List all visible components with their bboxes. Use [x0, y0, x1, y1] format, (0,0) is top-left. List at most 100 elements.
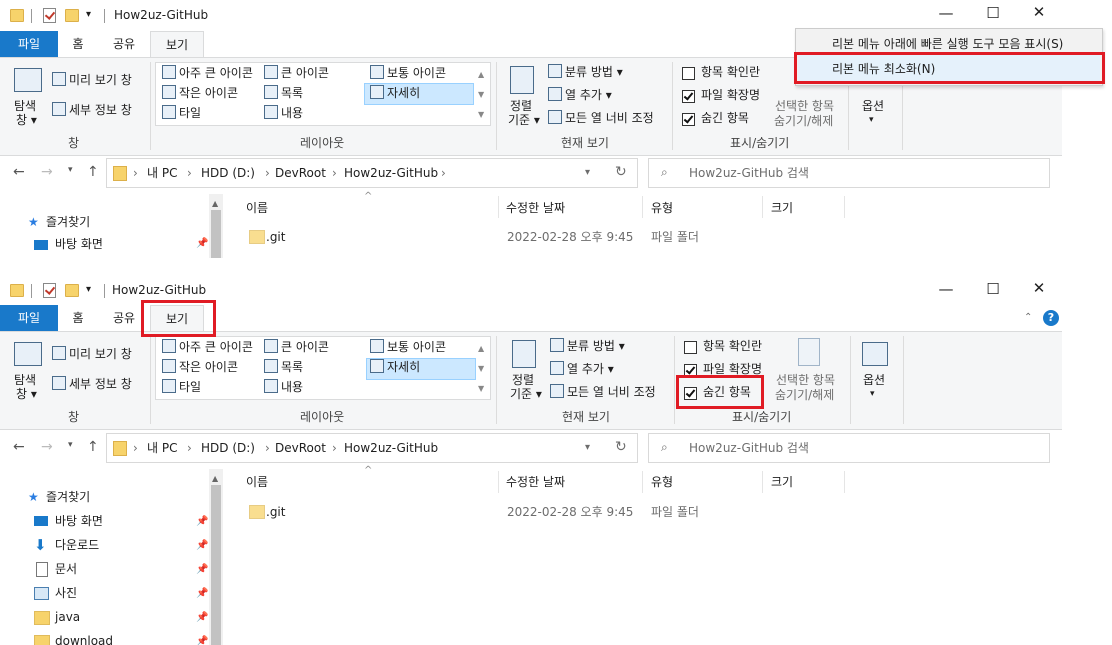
breadcrumb-devroot[interactable]: DevRoot	[275, 440, 326, 456]
hide-selected-button-line2[interactable]: 숨기기/해제	[774, 113, 833, 129]
layout-medium-icons[interactable]: 보통 아이콘	[370, 65, 446, 81]
file-extensions-toggle[interactable]	[682, 90, 695, 103]
group-by-button[interactable]: 분류 방법 ▾	[550, 338, 625, 354]
group-by-button[interactable]: 분류 방법 ▾	[548, 64, 623, 80]
gallery-scroll-down-icon[interactable]: ▼	[478, 361, 484, 377]
sidebar-item-downloads[interactable]: 다운로드	[55, 537, 99, 553]
help-icon[interactable]: ?	[1043, 310, 1059, 326]
layout-content[interactable]: 내용	[264, 379, 303, 395]
layout-content[interactable]: 내용	[264, 105, 303, 121]
details-pane-button[interactable]: 세부 정보 창	[52, 376, 132, 392]
layout-small-icons[interactable]: 작은 아이콘	[162, 359, 238, 375]
address-history-dropdown-icon[interactable]: ▾	[585, 440, 590, 456]
hide-selected-button-line1[interactable]: 선택한 항목	[775, 98, 834, 114]
back-arrow-icon[interactable]: ←	[13, 164, 25, 180]
properties-icon[interactable]	[43, 283, 56, 298]
layout-details[interactable]: 자세히	[370, 85, 420, 101]
divider[interactable]	[642, 471, 643, 493]
back-arrow-icon[interactable]: ←	[13, 439, 25, 455]
new-folder-icon[interactable]	[65, 284, 79, 297]
gallery-scroll-up-icon[interactable]: ▲	[478, 67, 484, 83]
options-dropdown-icon[interactable]: ▾	[870, 386, 875, 402]
column-header-type[interactable]: 유형	[651, 474, 673, 490]
gallery-expand-icon[interactable]: ▼	[478, 381, 484, 397]
sort-by-button-line2[interactable]: 기준 ▾	[510, 386, 542, 402]
layout-details[interactable]: 자세히	[370, 359, 420, 375]
breadcrumb-hdd[interactable]: HDD (D:)	[201, 440, 255, 456]
layout-list[interactable]: 목록	[264, 359, 303, 375]
qat-dropdown-icon[interactable]: ▾	[86, 7, 91, 23]
preview-pane-button[interactable]: 미리 보기 창	[52, 72, 132, 88]
sidebar-scrollbar[interactable]: ▲	[209, 194, 223, 258]
new-folder-icon[interactable]	[65, 9, 79, 22]
layout-extra-large-icons[interactable]: 아주 큰 아이콘	[162, 65, 253, 81]
sidebar-item-desktop[interactable]: 바탕 화면	[55, 236, 103, 252]
menu-item-show-qat-below[interactable]: 리본 메뉴 아래에 빠른 실행 도구 모음 표시(S)	[832, 36, 1063, 52]
pin-icon[interactable]: 📌	[196, 588, 208, 599]
tab-share[interactable]: 공유	[106, 31, 142, 57]
column-header-name[interactable]: 이름	[246, 474, 268, 490]
sidebar-scrollbar[interactable]: ▲	[209, 469, 223, 645]
table-row[interactable]: .git 2022-02-28 오후 9:45 파일 폴더	[240, 501, 980, 523]
divider[interactable]	[844, 196, 845, 218]
divider[interactable]	[642, 196, 643, 218]
gallery-scroll-down-icon[interactable]: ▼	[478, 87, 484, 103]
pin-icon[interactable]: 📌	[196, 636, 208, 645]
up-arrow-icon[interactable]: ↑	[87, 439, 99, 455]
divider[interactable]	[762, 471, 763, 493]
forward-arrow-icon[interactable]: →	[41, 164, 53, 180]
address-history-dropdown-icon[interactable]: ▾	[585, 165, 590, 181]
add-column-button[interactable]: 열 추가 ▾	[550, 361, 614, 377]
recent-locations-icon[interactable]: ▾	[68, 440, 73, 450]
pin-icon[interactable]: 📌	[196, 564, 208, 575]
add-column-button[interactable]: 열 추가 ▾	[548, 87, 612, 103]
close-button[interactable]: ✕	[1029, 4, 1049, 20]
close-button[interactable]: ✕	[1029, 280, 1049, 296]
breadcrumb-this-pc[interactable]: 내 PC	[147, 165, 177, 181]
hidden-items-toggle[interactable]	[682, 113, 695, 126]
breadcrumb-devroot[interactable]: DevRoot	[275, 165, 326, 181]
column-header-size[interactable]: 크기	[771, 200, 793, 216]
search-box[interactable]: ⌕ How2uz-GitHub 검색	[648, 158, 1050, 188]
up-arrow-icon[interactable]: ↑	[87, 164, 99, 180]
search-box[interactable]: ⌕ How2uz-GitHub 검색	[648, 433, 1050, 463]
address-bar[interactable]: › 내 PC › HDD (D:) › DevRoot › How2uz-Git…	[106, 158, 638, 188]
minimize-button[interactable]: —	[936, 5, 956, 21]
fit-columns-button[interactable]: 모든 열 너비 조정	[550, 384, 656, 400]
sidebar-item-pictures[interactable]: 사진	[55, 585, 77, 601]
divider[interactable]	[762, 196, 763, 218]
column-header-size[interactable]: 크기	[771, 474, 793, 490]
layout-small-icons[interactable]: 작은 아이콘	[162, 85, 238, 101]
column-header-type[interactable]: 유형	[651, 200, 673, 216]
breadcrumb-hdd[interactable]: HDD (D:)	[201, 165, 255, 181]
details-pane-button[interactable]: 세부 정보 창	[52, 102, 132, 118]
scroll-thumb[interactable]	[211, 210, 221, 258]
maximize-button[interactable]: ☐	[983, 281, 1003, 297]
tab-file[interactable]: 파일	[0, 305, 58, 331]
item-checkbox-toggle[interactable]	[682, 67, 695, 80]
breadcrumb-this-pc[interactable]: 내 PC	[147, 440, 177, 456]
gallery-scroll-up-icon[interactable]: ▲	[478, 341, 484, 357]
forward-arrow-icon[interactable]: →	[41, 439, 53, 455]
sidebar-quick-access[interactable]: 즐겨찾기	[46, 214, 90, 230]
item-checkbox-toggle[interactable]	[684, 341, 697, 354]
preview-pane-button[interactable]: 미리 보기 창	[52, 346, 132, 362]
tab-share[interactable]: 공유	[106, 305, 142, 331]
hide-selected-button-line2[interactable]: 숨기기/해제	[775, 387, 834, 403]
layout-tiles[interactable]: 타일	[162, 105, 201, 121]
sort-by-button-line2[interactable]: 기준 ▾	[508, 112, 540, 128]
options-dropdown-icon[interactable]: ▾	[869, 112, 874, 128]
layout-tiles[interactable]: 타일	[162, 379, 201, 395]
breadcrumb-current[interactable]: How2uz-GitHub	[344, 165, 438, 181]
sidebar-item-java[interactable]: java	[55, 609, 80, 625]
table-row[interactable]: .git 2022-02-28 오후 9:45 파일 폴더	[240, 226, 980, 248]
layout-medium-icons[interactable]: 보통 아이콘	[370, 339, 446, 355]
recent-locations-icon[interactable]: ▾	[68, 165, 73, 175]
tab-file[interactable]: 파일	[0, 31, 58, 57]
pin-icon[interactable]: 📌	[196, 516, 208, 527]
pin-icon[interactable]: 📌	[196, 238, 208, 249]
scroll-thumb[interactable]	[211, 485, 221, 645]
layout-large-icons[interactable]: 큰 아이콘	[264, 65, 329, 81]
collapse-ribbon-icon[interactable]: ⌃	[1024, 310, 1032, 326]
sidebar-item-desktop[interactable]: 바탕 화면	[55, 513, 103, 529]
